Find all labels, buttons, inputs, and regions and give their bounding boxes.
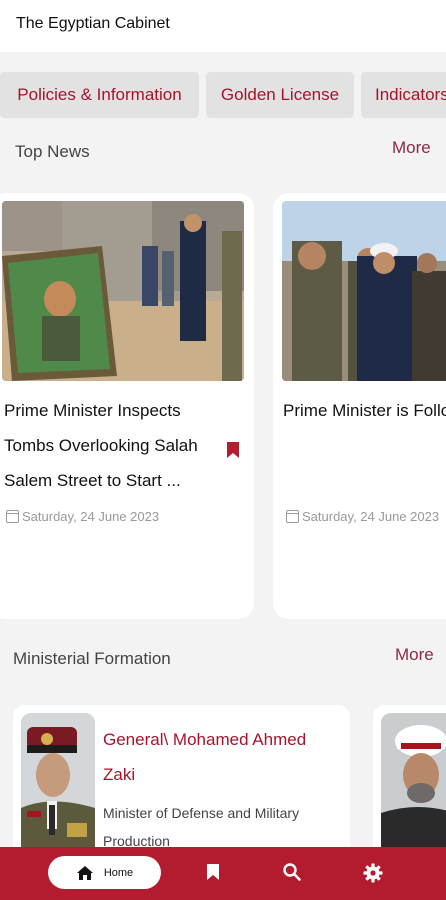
bookmark-icon[interactable] — [226, 441, 240, 459]
ministerial-formation-heading: Ministerial Formation — [13, 649, 171, 668]
minister-card[interactable]: General\ Mohamed Ahmed Zaki Minister of … — [13, 705, 350, 865]
news-card[interactable]: Prime Minister Inspects Tombs Overlookin… — [0, 193, 254, 619]
app-title: The Egyptian Cabinet — [16, 15, 170, 32]
news-title: Prime Minister is Following Progress of … — [283, 401, 446, 420]
news-date-text: Saturday, 24 June 2023 — [22, 509, 160, 524]
app-header: The Egyptian Cabinet — [0, 0, 446, 52]
chip-golden-license[interactable]: Golden License — [206, 72, 354, 118]
app-screen: The Egyptian Cabinet Policies & Informat… — [0, 0, 446, 900]
chip-indicators[interactable]: Indicators — [361, 72, 446, 118]
news-date-text: Saturday, 24 June 2023 — [302, 509, 440, 524]
news-card[interactable]: Prime Minister is Following Progress of … — [273, 193, 446, 619]
chip-label: Golden License — [220, 85, 340, 104]
chip-label: Indicators — [375, 85, 446, 104]
top-news-more-link[interactable]: More — [392, 138, 431, 158]
chip-policies-information[interactable]: Policies & Information — [0, 72, 199, 118]
bookmark-icon[interactable] — [206, 863, 220, 881]
ministerial-formation-more-link[interactable]: More — [395, 645, 434, 665]
category-chips: Policies & Information Golden License In… — [0, 72, 446, 120]
calendar-icon — [6, 510, 19, 523]
minister-photo — [21, 713, 95, 863]
top-news-heading: Top News — [15, 142, 90, 161]
news-image — [282, 201, 446, 381]
nav-home-button[interactable]: Home — [48, 856, 161, 889]
minister-photo — [381, 713, 446, 863]
news-date: Saturday, 24 June 2023 — [286, 509, 439, 524]
news-title: Prime Minister Inspects Tombs Overlookin… — [4, 401, 198, 490]
news-date: Saturday, 24 June 2023 — [6, 509, 159, 524]
nav-home-label: Home — [103, 866, 134, 879]
calendar-icon — [286, 510, 299, 523]
search-icon[interactable] — [283, 863, 301, 881]
minister-card[interactable] — [373, 705, 446, 865]
news-image — [2, 201, 244, 381]
bottom-navigation: Home — [0, 847, 446, 900]
home-icon — [76, 865, 93, 880]
minister-name: General\ Mohamed Ahmed Zaki — [103, 730, 307, 784]
chip-label: Policies & Information — [17, 85, 182, 104]
settings-icon[interactable] — [363, 863, 383, 883]
